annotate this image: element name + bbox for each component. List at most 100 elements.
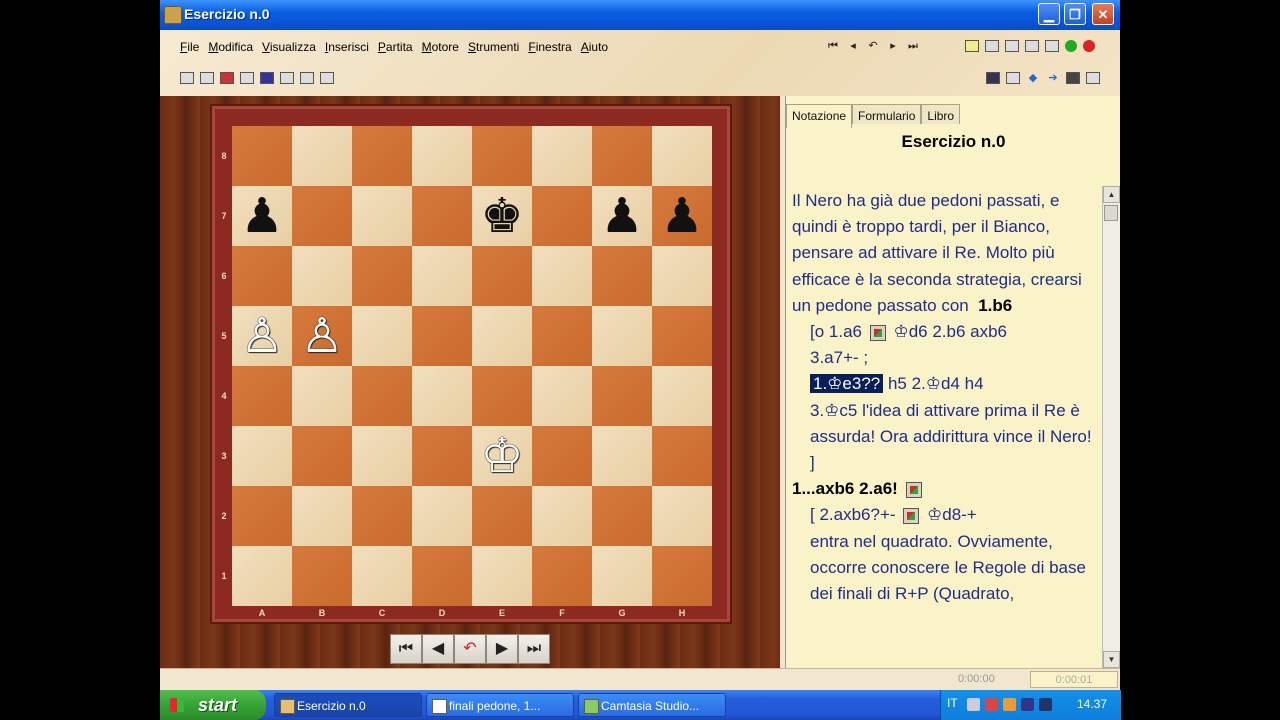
square-h3[interactable] xyxy=(652,426,712,486)
square-c2[interactable] xyxy=(352,486,412,546)
square-a5[interactable]: ♙ xyxy=(232,306,292,366)
square-a1[interactable] xyxy=(232,546,292,606)
white-pawn-a5[interactable]: ♙ xyxy=(232,306,292,366)
analysis-icon[interactable] xyxy=(1005,40,1019,52)
square-h1[interactable] xyxy=(652,546,712,606)
eraser-icon[interactable] xyxy=(180,72,194,84)
variation-text[interactable]: h5 2.♔d4 h4 xyxy=(883,374,984,393)
task-esercizio[interactable]: Esercizio n.0 xyxy=(274,693,422,717)
square-d2[interactable] xyxy=(412,486,472,546)
variation-text[interactable]: ♔d8-+ xyxy=(927,505,977,524)
square-a8[interactable] xyxy=(232,126,292,186)
square-f1[interactable] xyxy=(532,546,592,606)
square-b8[interactable] xyxy=(292,126,352,186)
diagram-icon[interactable] xyxy=(903,507,920,524)
square-a6[interactable] xyxy=(232,246,292,306)
scroll-thumb[interactable] xyxy=(1104,205,1118,221)
menu-motore[interactable]: Motore xyxy=(422,40,459,54)
menu-strumenti[interactable]: Strumenti xyxy=(468,40,519,54)
main-move[interactable]: 1.b6 xyxy=(978,296,1012,315)
notation-text[interactable]: Il Nero ha già due pedoni passati, e qui… xyxy=(792,188,1096,658)
new-icon[interactable] xyxy=(965,40,979,52)
diagram-icon[interactable] xyxy=(905,481,922,498)
chess-board[interactable]: ♟ ♚ ♟ ♟ ♙ ♙ ♔ xyxy=(232,126,712,606)
square-e4[interactable] xyxy=(472,366,532,426)
square-g6[interactable] xyxy=(592,246,652,306)
task-camtasia[interactable]: Camtasia Studio... xyxy=(578,693,726,717)
takeback-button[interactable]: ↶ xyxy=(454,634,486,664)
black-pawn-g7[interactable]: ♟ xyxy=(592,186,652,246)
variation-text[interactable]: [ 2.axb6?+- xyxy=(810,505,896,524)
hint-icon[interactable] xyxy=(1025,40,1039,52)
square-c8[interactable] xyxy=(352,126,412,186)
square-g5[interactable] xyxy=(592,306,652,366)
recorder-icon[interactable] xyxy=(1039,698,1052,711)
tab-notazione[interactable]: Notazione xyxy=(786,104,853,128)
square-b6[interactable] xyxy=(292,246,352,306)
square-h4[interactable] xyxy=(652,366,712,426)
arrow-left-icon[interactable]: ◆ xyxy=(1026,72,1040,84)
window-icon[interactable] xyxy=(320,72,334,84)
menu-visualizza[interactable]: Visualizza xyxy=(262,40,316,54)
save-icon[interactable] xyxy=(986,72,1000,84)
square-f4[interactable] xyxy=(532,366,592,426)
square-d8[interactable] xyxy=(412,126,472,186)
tab-formulario[interactable]: Formulario xyxy=(852,104,922,124)
square-c6[interactable] xyxy=(352,246,412,306)
scroll-up-icon[interactable]: ▲ xyxy=(1103,186,1120,203)
last-move-button[interactable]: ⏭ xyxy=(518,634,550,664)
square-e6[interactable] xyxy=(472,246,532,306)
square-e5[interactable] xyxy=(472,306,532,366)
square-g3[interactable] xyxy=(592,426,652,486)
table-icon[interactable] xyxy=(240,72,254,84)
media-icon[interactable] xyxy=(1021,698,1034,711)
square-f3[interactable] xyxy=(532,426,592,486)
square-d6[interactable] xyxy=(412,246,472,306)
square-h5[interactable] xyxy=(652,306,712,366)
pen-icon[interactable] xyxy=(220,72,234,84)
variation-text[interactable]: [o 1.a6 xyxy=(810,322,862,341)
menu-inserisci[interactable]: Inserisci xyxy=(325,40,369,54)
square-g2[interactable] xyxy=(592,486,652,546)
book-icon[interactable] xyxy=(200,72,214,84)
square-g4[interactable] xyxy=(592,366,652,426)
square-b7[interactable] xyxy=(292,186,352,246)
title-bar[interactable]: Esercizio n.0 ▁ ❐ ✕ xyxy=(160,0,1120,30)
minimize-button[interactable]: ▁ xyxy=(1038,3,1060,25)
square-e1[interactable] xyxy=(472,546,532,606)
arrow-right-icon[interactable]: ➔ xyxy=(1046,72,1060,84)
square-h6[interactable] xyxy=(652,246,712,306)
square-c1[interactable] xyxy=(352,546,412,606)
square-e8[interactable] xyxy=(472,126,532,186)
square-c4[interactable] xyxy=(352,366,412,426)
white-king-e3[interactable]: ♔ xyxy=(472,426,532,486)
menu-file[interactable]: File xyxy=(180,40,199,54)
diagram-icon[interactable] xyxy=(869,324,886,341)
binoculars-icon[interactable] xyxy=(1066,72,1080,84)
main-move[interactable]: 1...axb6 2.a6! xyxy=(792,479,898,498)
square-a2[interactable] xyxy=(232,486,292,546)
tools-icon[interactable] xyxy=(300,72,314,84)
variation-text[interactable]: ♔d6 2.b6 axb6 xyxy=(893,322,1007,341)
network-icon[interactable] xyxy=(967,698,980,711)
camtasia-tray-icon[interactable] xyxy=(1003,698,1016,711)
forward-move-small-icon[interactable]: ▸ xyxy=(886,40,900,52)
zoom-icon[interactable] xyxy=(1045,40,1059,52)
notation-scrollbar[interactable]: ▲ ▼ xyxy=(1102,186,1120,668)
square-g7[interactable]: ♟ xyxy=(592,186,652,246)
menu-aiuto[interactable]: Aiuto xyxy=(581,40,608,54)
black-king-e7[interactable]: ♚ xyxy=(472,186,532,246)
square-f2[interactable] xyxy=(532,486,592,546)
flip-icon[interactable] xyxy=(985,40,999,52)
square-f5[interactable] xyxy=(532,306,592,366)
security-icon[interactable] xyxy=(985,698,998,711)
square-h8[interactable] xyxy=(652,126,712,186)
black-pawn-a7[interactable]: ♟ xyxy=(232,186,292,246)
menu-partita[interactable]: Partita xyxy=(378,40,413,54)
square-d4[interactable] xyxy=(412,366,472,426)
takeback-small-icon[interactable]: ↶ xyxy=(866,40,880,52)
square-b3[interactable] xyxy=(292,426,352,486)
square-c5[interactable] xyxy=(352,306,412,366)
restore-button[interactable]: ❐ xyxy=(1064,3,1086,25)
variation-line[interactable]: 3.a7+- ; xyxy=(792,345,1096,371)
